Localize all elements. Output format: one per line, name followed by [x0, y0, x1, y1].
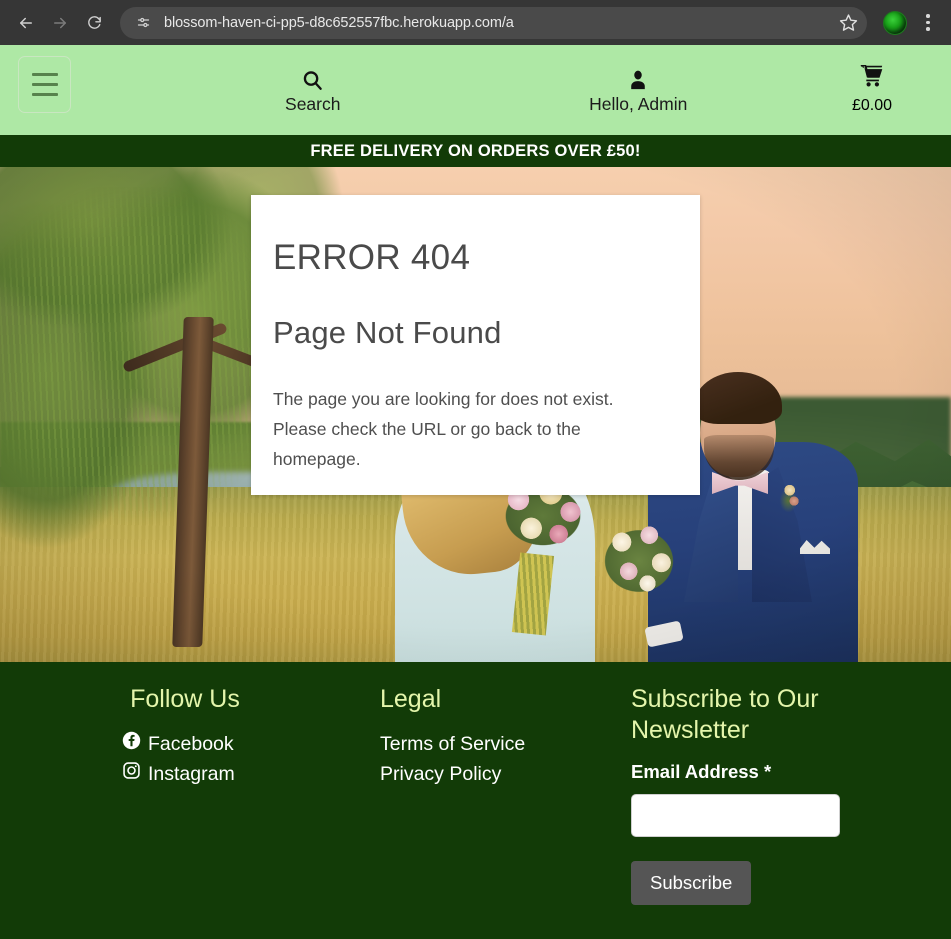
kebab-dot: [926, 20, 930, 25]
shopping-cart-icon: [859, 65, 885, 94]
site-header: Search Hello, Admin £0.00: [0, 45, 951, 135]
error-code-heading: ERROR 404: [273, 238, 471, 277]
free-delivery-banner: FREE DELIVERY ON ORDERS OVER £50!: [0, 135, 951, 167]
error-404-card: ERROR 404 Page Not Found The page you ar…: [251, 195, 700, 495]
footer-social-column: Follow Us Facebook Instagram: [0, 684, 370, 939]
site-settings-icon[interactable]: [132, 12, 154, 34]
footer-legal-column: Legal Terms of Service Privacy Policy: [370, 684, 610, 939]
forward-button[interactable]: [44, 7, 76, 39]
profile-avatar[interactable]: [883, 10, 907, 35]
cart-link[interactable]: £0.00: [801, 65, 951, 115]
search-link[interactable]: Search: [150, 66, 476, 114]
reload-icon: [87, 16, 101, 29]
account-link[interactable]: Hello, Admin: [476, 66, 802, 114]
facebook-label: Facebook: [148, 732, 234, 755]
user-icon: [627, 66, 649, 92]
newsletter-heading: Subscribe to Our Newsletter: [631, 685, 819, 744]
browser-menu-button[interactable]: [915, 8, 941, 38]
hamburger-line: [31, 93, 58, 96]
site-footer: Follow Us Facebook Instagram Legal Terms…: [0, 662, 951, 939]
search-label: Search: [285, 93, 341, 114]
subscribe-button[interactable]: Subscribe: [631, 861, 752, 905]
browser-toolbar: blossom-haven-ci-pp5-d8c652557fbc.heroku…: [0, 0, 951, 45]
hero-section: ERROR 404 Page Not Found The page you ar…: [0, 167, 951, 662]
error-title-heading: Page Not Found: [273, 314, 502, 350]
hamburger-menu-button[interactable]: [18, 56, 71, 113]
footer-newsletter-column: Subscribe to Our Newsletter Email Addres…: [610, 684, 951, 939]
hamburger-line: [31, 83, 58, 86]
back-button[interactable]: [10, 7, 42, 39]
error-message: The page you are looking for does not ex…: [273, 388, 614, 469]
address-bar[interactable]: blossom-haven-ci-pp5-d8c652557fbc.heroku…: [120, 6, 867, 39]
instagram-icon: [122, 759, 141, 789]
instagram-link[interactable]: Instagram: [10, 759, 360, 789]
hamburger-line: [31, 73, 58, 76]
email-input[interactable]: [631, 794, 840, 837]
forward-arrow-icon: [54, 17, 66, 28]
back-arrow-icon: [20, 17, 32, 28]
account-label: Hello, Admin: [589, 93, 688, 114]
cart-total: £0.00: [851, 97, 893, 114]
banner-text: FREE DELIVERY ON ORDERS OVER £50!: [310, 141, 641, 160]
email-address-label: Email Address *: [631, 761, 772, 782]
url-text[interactable]: blossom-haven-ci-pp5-d8c652557fbc.heroku…: [164, 15, 829, 31]
terms-of-service-link[interactable]: Terms of Service: [380, 729, 600, 759]
kebab-dot: [926, 27, 930, 31]
search-icon: [301, 66, 324, 92]
facebook-link[interactable]: Facebook: [10, 729, 360, 759]
privacy-policy-link[interactable]: Privacy Policy: [380, 759, 600, 789]
kebab-dot: [926, 14, 930, 18]
reload-button[interactable]: [78, 7, 110, 39]
legal-heading: Legal: [380, 685, 442, 713]
bookmark-star-icon[interactable]: [835, 10, 861, 36]
instagram-label: Instagram: [148, 762, 235, 785]
follow-us-heading: Follow Us: [130, 685, 240, 713]
facebook-icon: [122, 729, 141, 759]
